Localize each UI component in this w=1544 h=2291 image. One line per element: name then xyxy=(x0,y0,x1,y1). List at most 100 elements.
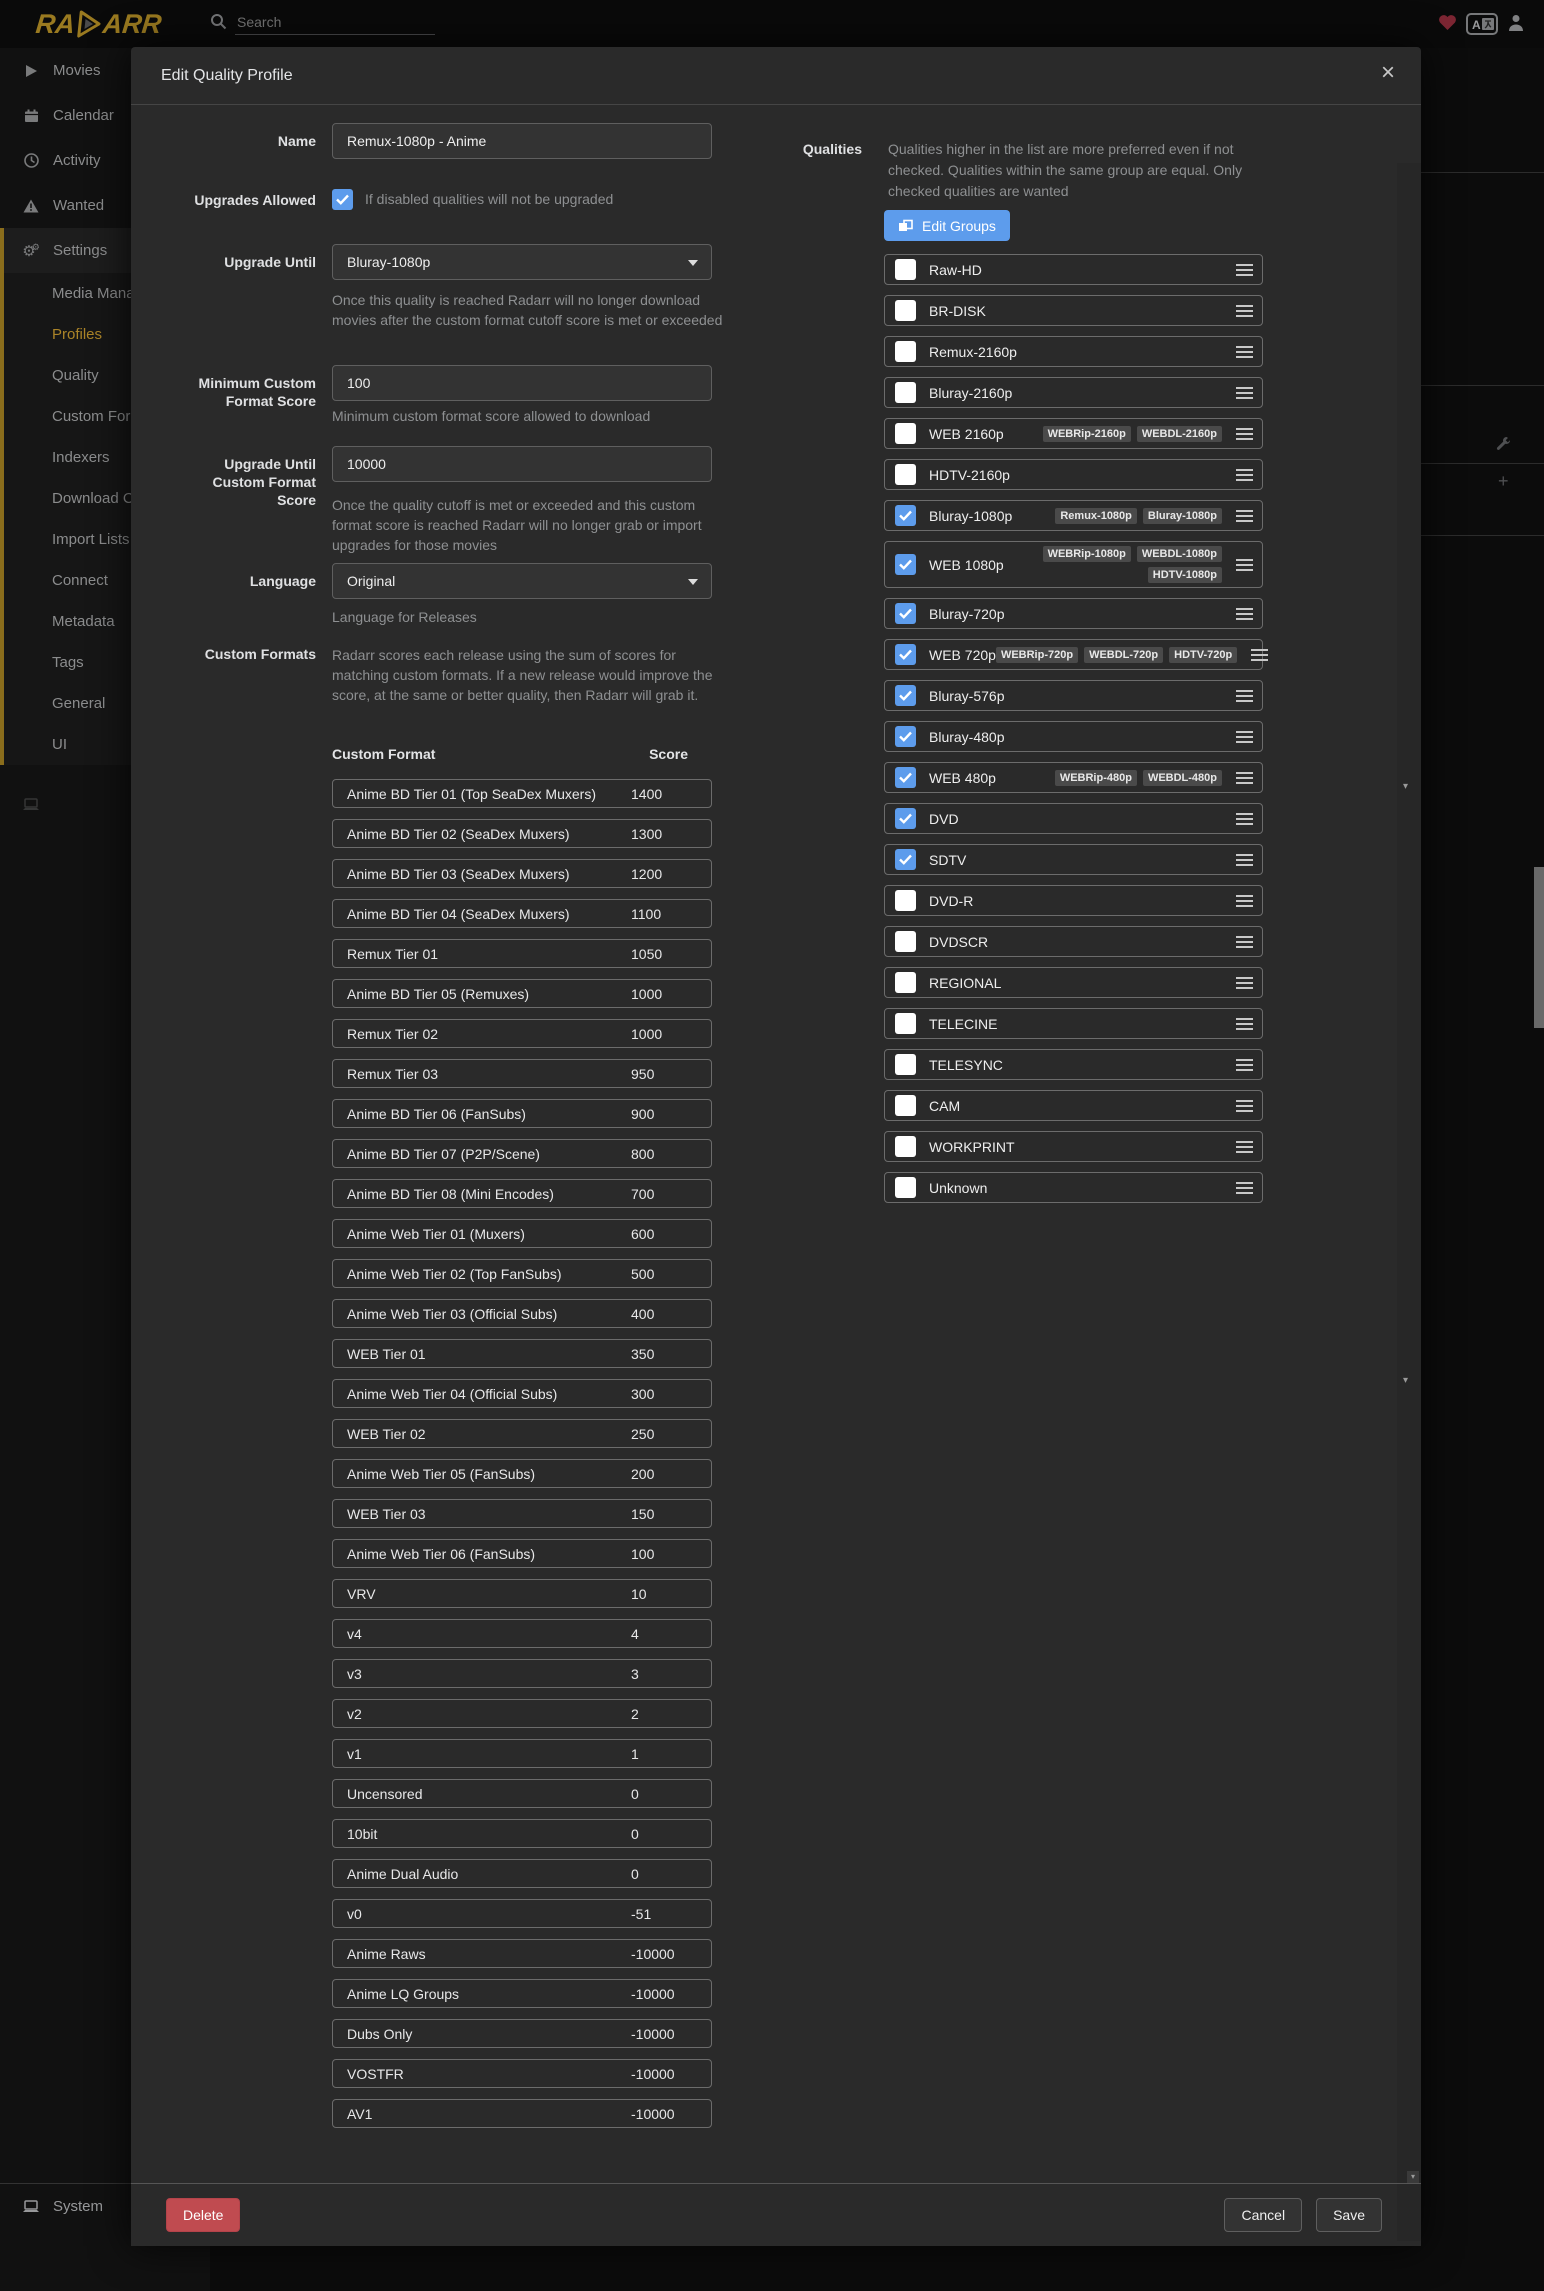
name-input[interactable] xyxy=(332,123,712,159)
quality-checkbox[interactable] xyxy=(895,972,916,993)
quality-item[interactable]: TELESYNC xyxy=(884,1049,1263,1080)
custom-format-row[interactable]: VRV 10 xyxy=(332,1579,712,1608)
quality-checkbox[interactable] xyxy=(895,685,916,706)
quality-item[interactable]: WEB 720p WEBRip-720pWEBDL-720pHDTV-720p xyxy=(884,639,1263,670)
custom-format-row[interactable]: WEB Tier 02 250 xyxy=(332,1419,712,1448)
drag-handle-icon[interactable] xyxy=(1236,1182,1253,1194)
cancel-button[interactable]: Cancel xyxy=(1224,2198,1302,2232)
custom-format-row[interactable]: VOSTFR -10000 xyxy=(332,2059,712,2088)
drag-handle-icon[interactable] xyxy=(1236,690,1253,702)
search-input[interactable] xyxy=(235,12,435,35)
quality-item[interactable]: Remux-2160p xyxy=(884,336,1263,367)
quality-item[interactable]: Bluray-720p xyxy=(884,598,1263,629)
delete-button[interactable]: Delete xyxy=(166,2198,240,2232)
quality-item[interactable]: HDTV-2160p xyxy=(884,459,1263,490)
drag-handle-icon[interactable] xyxy=(1236,854,1253,866)
language-select[interactable]: Original xyxy=(332,563,712,599)
quality-item[interactable]: DVD-R xyxy=(884,885,1263,916)
custom-format-row[interactable]: Anime BD Tier 07 (P2P/Scene) 800 xyxy=(332,1139,712,1168)
custom-format-row[interactable]: Anime BD Tier 02 (SeaDex Muxers) 1300 xyxy=(332,819,712,848)
custom-format-row[interactable]: Remux Tier 02 1000 xyxy=(332,1019,712,1048)
quality-item[interactable]: Bluray-1080p Remux-1080pBluray-1080p xyxy=(884,500,1263,531)
custom-format-row[interactable]: Anime BD Tier 05 (Remuxes) 1000 xyxy=(332,979,712,1008)
quality-item[interactable]: Bluray-480p xyxy=(884,721,1263,752)
custom-format-row[interactable]: v4 4 xyxy=(332,1619,712,1648)
drag-handle-icon[interactable] xyxy=(1236,428,1253,440)
custom-format-row[interactable]: Anime Web Tier 05 (FanSubs) 200 xyxy=(332,1459,712,1488)
add-icon[interactable]: + xyxy=(1498,472,1509,490)
drag-handle-icon[interactable] xyxy=(1236,469,1253,481)
custom-format-row[interactable]: v0 -51 xyxy=(332,1899,712,1928)
custom-format-row[interactable]: Anime Dual Audio 0 xyxy=(332,1859,712,1888)
quality-item[interactable]: TELECINE xyxy=(884,1008,1263,1039)
drag-handle-icon[interactable] xyxy=(1236,1018,1253,1030)
custom-format-row[interactable]: WEB Tier 01 350 xyxy=(332,1339,712,1368)
quality-checkbox[interactable] xyxy=(895,1136,916,1157)
custom-format-row[interactable]: Remux Tier 01 1050 xyxy=(332,939,712,968)
quality-item[interactable]: Raw-HD xyxy=(884,254,1263,285)
save-button[interactable]: Save xyxy=(1316,2198,1382,2232)
drag-handle-icon[interactable] xyxy=(1236,977,1253,989)
quality-checkbox[interactable] xyxy=(895,890,916,911)
custom-format-row[interactable]: Anime BD Tier 03 (SeaDex Muxers) 1200 xyxy=(332,859,712,888)
custom-format-row[interactable]: v1 1 xyxy=(332,1739,712,1768)
quality-checkbox[interactable] xyxy=(895,464,916,485)
drag-handle-icon[interactable] xyxy=(1236,895,1253,907)
quality-checkbox[interactable] xyxy=(895,505,916,526)
quality-item[interactable]: REGIONAL xyxy=(884,967,1263,998)
quality-checkbox[interactable] xyxy=(895,341,916,362)
scrollbar-thumb[interactable] xyxy=(1534,867,1544,1028)
quality-checkbox[interactable] xyxy=(895,1054,916,1075)
quality-item[interactable]: WORKPRINT xyxy=(884,1131,1263,1162)
drag-handle-icon[interactable] xyxy=(1236,731,1253,743)
close-icon[interactable]: × xyxy=(1381,61,1395,85)
custom-format-row[interactable]: Anime Web Tier 01 (Muxers) 600 xyxy=(332,1219,712,1248)
quality-checkbox[interactable] xyxy=(895,603,916,624)
custom-format-row[interactable]: v3 3 xyxy=(332,1659,712,1688)
custom-format-row[interactable]: Anime Web Tier 03 (Official Subs) 400 xyxy=(332,1299,712,1328)
quality-item[interactable]: DVD xyxy=(884,803,1263,834)
quality-item[interactable]: Bluray-2160p xyxy=(884,377,1263,408)
custom-format-row[interactable]: 10bit 0 xyxy=(332,1819,712,1848)
quality-checkbox[interactable] xyxy=(895,1177,916,1198)
quality-item[interactable]: DVDSCR xyxy=(884,926,1263,957)
drag-handle-icon[interactable] xyxy=(1236,608,1253,620)
custom-format-row[interactable]: Anime BD Tier 06 (FanSubs) 900 xyxy=(332,1099,712,1128)
drag-handle-icon[interactable] xyxy=(1236,346,1253,358)
quality-checkbox[interactable] xyxy=(895,1095,916,1116)
quality-item[interactable]: WEB 2160p WEBRip-2160pWEBDL-2160p xyxy=(884,418,1263,449)
drag-handle-icon[interactable] xyxy=(1251,649,1268,661)
drag-handle-icon[interactable] xyxy=(1236,936,1253,948)
quality-item[interactable]: BR-DISK xyxy=(884,295,1263,326)
quality-checkbox[interactable] xyxy=(895,767,916,788)
upgrade-cf-score-input[interactable] xyxy=(332,446,712,482)
quality-checkbox[interactable] xyxy=(895,259,916,280)
custom-format-row[interactable]: Uncensored 0 xyxy=(332,1779,712,1808)
custom-format-row[interactable]: v2 2 xyxy=(332,1699,712,1728)
wrench-icon[interactable] xyxy=(1496,436,1511,456)
custom-format-row[interactable]: Dubs Only -10000 xyxy=(332,2019,712,2048)
quality-item[interactable]: Bluray-576p xyxy=(884,680,1263,711)
radarr-logo[interactable]: RA ARR xyxy=(34,7,163,41)
donate-heart-icon[interactable] xyxy=(1438,14,1457,36)
custom-format-row[interactable]: Anime Web Tier 02 (Top FanSubs) 500 xyxy=(332,1259,712,1288)
drag-handle-icon[interactable] xyxy=(1236,1141,1253,1153)
upgrade-until-select[interactable]: Bluray-1080p xyxy=(332,244,712,280)
custom-format-row[interactable]: WEB Tier 03 150 xyxy=(332,1499,712,1528)
custom-format-row[interactable]: Anime BD Tier 08 (Mini Encodes) 700 xyxy=(332,1179,712,1208)
custom-format-row[interactable]: Anime Web Tier 04 (Official Subs) 300 xyxy=(332,1379,712,1408)
drag-handle-icon[interactable] xyxy=(1236,1100,1253,1112)
quality-item[interactable]: WEB 1080p WEBRip-1080pWEBDL-1080pHDTV-10… xyxy=(884,541,1263,588)
custom-format-row[interactable]: Anime Raws -10000 xyxy=(332,1939,712,1968)
quality-checkbox[interactable] xyxy=(895,931,916,952)
custom-format-row[interactable]: Anime LQ Groups -10000 xyxy=(332,1979,712,2008)
drag-handle-icon[interactable] xyxy=(1236,305,1253,317)
custom-format-row[interactable]: Remux Tier 03 950 xyxy=(332,1059,712,1088)
min-cf-score-input[interactable] xyxy=(332,365,712,401)
quality-checkbox[interactable] xyxy=(895,382,916,403)
quality-checkbox[interactable] xyxy=(895,726,916,747)
quality-item[interactable]: CAM xyxy=(884,1090,1263,1121)
custom-format-row[interactable]: Anime BD Tier 04 (SeaDex Muxers) 1100 xyxy=(332,899,712,928)
drag-handle-icon[interactable] xyxy=(1236,559,1253,571)
quality-checkbox[interactable] xyxy=(895,849,916,870)
